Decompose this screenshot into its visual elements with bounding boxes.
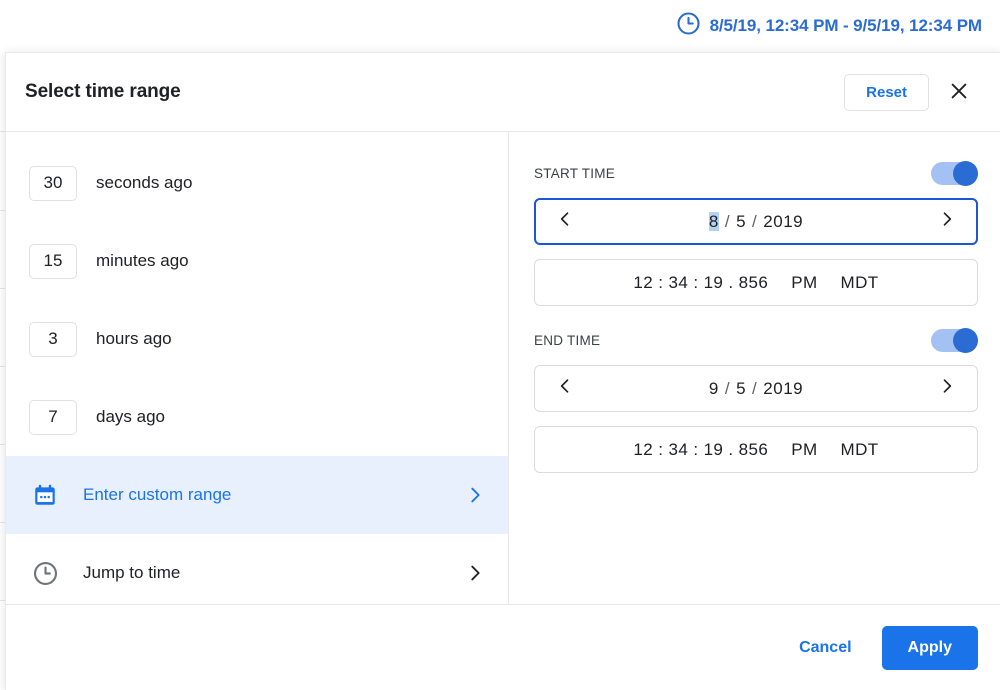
start-date-year[interactable]: 2019 xyxy=(763,212,803,231)
end-date-field[interactable]: 9 / 5 / 2019 xyxy=(534,365,978,412)
select-time-range-dialog: Select time range Reset 30 seconds ago 1… xyxy=(5,52,1000,690)
end-time-meridiem[interactable]: PM xyxy=(791,440,817,460)
preset-list-pane: 30 seconds ago 15 minutes ago 3 hours ag… xyxy=(6,132,509,604)
custom-range-pane: START TIME 8/5/2019 12: 34: 19 . 856 P… xyxy=(509,132,1000,604)
dialog-footer: Cancel Apply xyxy=(6,604,1000,690)
start-time-field[interactable]: 12 : 34 : 19 . 856 PM MDT xyxy=(534,259,978,306)
preset-value-box[interactable]: 3 xyxy=(29,321,77,357)
end-time-timezone[interactable]: MDT xyxy=(841,440,879,460)
calendar-icon xyxy=(31,482,59,508)
start-date-prev-button[interactable] xyxy=(552,209,578,234)
preset-value-box[interactable]: 15 xyxy=(29,243,77,279)
dialog-body: 30 seconds ago 15 minutes ago 3 hours ag… xyxy=(6,132,1000,604)
chevron-right-icon xyxy=(937,376,957,401)
end-date-value[interactable]: 9 / 5 / 2019 xyxy=(578,379,934,399)
chevron-right-icon xyxy=(464,562,486,584)
preset-row-hours[interactable]: 3 hours ago xyxy=(6,300,508,378)
date-separator: / xyxy=(724,211,731,231)
close-icon xyxy=(948,80,970,105)
chevron-right-icon xyxy=(464,484,486,506)
dialog-header: Select time range Reset xyxy=(6,53,1000,132)
top-bar: 8/5/19, 12:34 PM - 9/5/19, 12:34 PM xyxy=(0,0,1000,52)
date-separator: / xyxy=(752,378,758,398)
chevron-right-icon xyxy=(937,209,957,234)
time-range-display[interactable]: 8/5/19, 12:34 PM - 9/5/19, 12:34 PM xyxy=(676,11,982,41)
end-date-year[interactable]: 2019 xyxy=(763,379,803,398)
start-date-next-button[interactable] xyxy=(934,209,960,234)
end-time-value[interactable]: 12 : 34 : 19 . 856 xyxy=(633,440,768,460)
start-time-value[interactable]: 12 : 34 : 19 . 856 xyxy=(633,273,768,293)
preset-value-box[interactable]: 30 xyxy=(29,165,77,201)
end-time-header: END TIME xyxy=(534,326,978,354)
start-date-day[interactable]: 5 xyxy=(736,212,746,231)
nav-item-enter-custom-range[interactable]: Enter custom range xyxy=(6,456,508,534)
time-range-text: 8/5/19, 12:34 PM - 9/5/19, 12:34 PM xyxy=(709,16,983,35)
start-date-value[interactable]: 8/5/2019 xyxy=(578,211,934,232)
start-time-header: START TIME xyxy=(534,159,978,187)
end-time-field[interactable]: 12 : 34 : 19 . 856 PM MDT xyxy=(534,426,978,473)
start-time-meridiem[interactable]: PM xyxy=(791,273,817,293)
end-date-next-button[interactable] xyxy=(934,376,960,401)
clock-icon xyxy=(31,560,59,587)
toggle-knob xyxy=(953,160,978,186)
end-time-label: END TIME xyxy=(534,332,601,348)
cancel-button[interactable]: Cancel xyxy=(783,629,867,667)
chevron-left-icon xyxy=(555,376,575,401)
end-date-day[interactable]: 5 xyxy=(736,379,746,398)
nav-item-label: Enter custom range xyxy=(83,485,232,504)
preset-row-minutes[interactable]: 15 minutes ago xyxy=(6,222,508,300)
start-time-toggle[interactable] xyxy=(931,160,978,186)
preset-row-seconds[interactable]: 30 seconds ago xyxy=(6,144,508,222)
preset-label: minutes ago xyxy=(96,251,189,270)
reset-button[interactable]: Reset xyxy=(844,73,929,111)
preset-label: days ago xyxy=(96,407,165,426)
nav-item-label: Jump to time xyxy=(83,563,181,582)
start-date-month[interactable]: 8 xyxy=(708,211,719,231)
chevron-left-icon xyxy=(555,209,575,234)
end-date-month[interactable]: 9 xyxy=(709,379,719,398)
start-time-timezone[interactable]: MDT xyxy=(841,273,879,293)
clock-icon xyxy=(676,11,701,41)
apply-button[interactable]: Apply xyxy=(881,625,978,670)
preset-label: hours ago xyxy=(96,329,172,348)
preset-value-box[interactable]: 7 xyxy=(29,399,77,435)
start-time-label: START TIME xyxy=(534,165,616,181)
end-time-toggle[interactable] xyxy=(931,327,978,353)
end-date-prev-button[interactable] xyxy=(552,376,578,401)
preset-row-days[interactable]: 7 days ago xyxy=(6,378,508,456)
toggle-knob xyxy=(953,327,978,353)
nav-item-jump-to-time[interactable]: Jump to time xyxy=(6,534,508,612)
start-date-field[interactable]: 8/5/2019 xyxy=(534,198,978,245)
dialog-title: Select time range xyxy=(25,81,181,102)
date-separator: / xyxy=(724,378,731,398)
preset-label: seconds ago xyxy=(96,173,193,192)
date-separator: / xyxy=(752,211,758,231)
close-button[interactable] xyxy=(942,75,976,109)
